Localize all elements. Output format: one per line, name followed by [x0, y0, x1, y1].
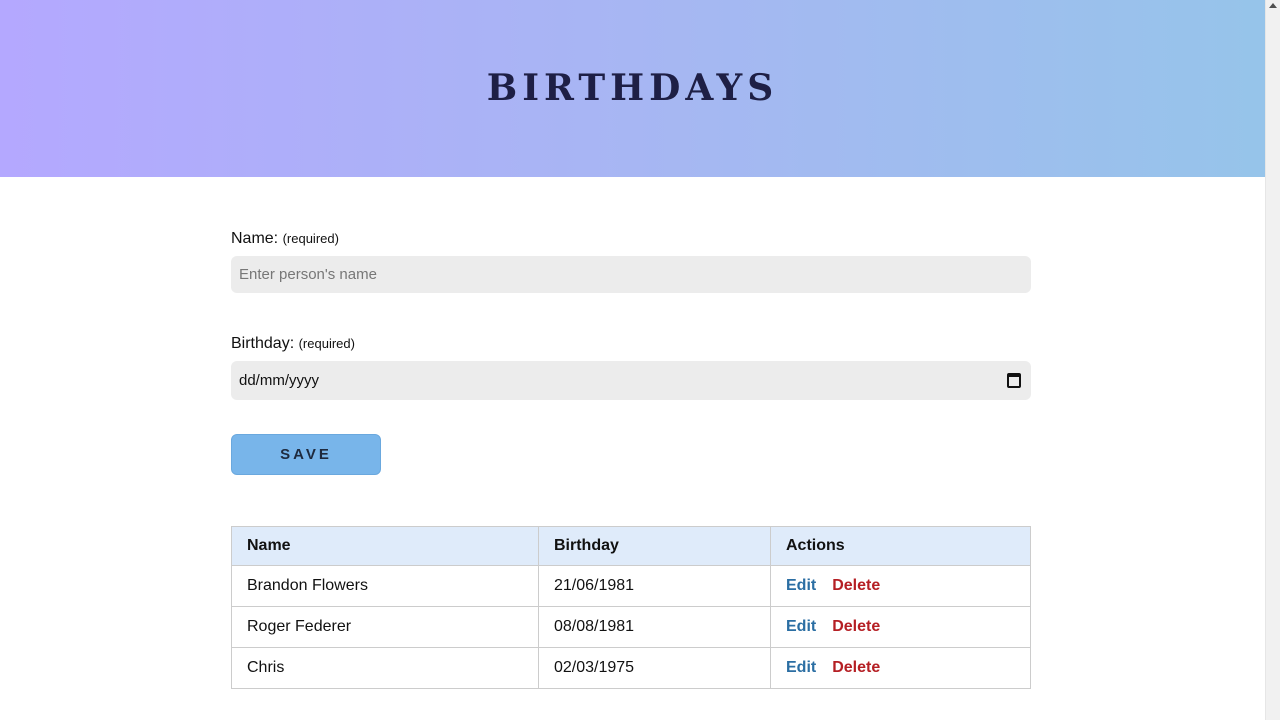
row-birthday: 21/06/1981: [538, 565, 771, 607]
birthday-placeholder: dd/mm/yyyy: [239, 372, 320, 389]
page-title: BIRTHDAYS: [486, 66, 779, 109]
birthday-date-input[interactable]: dd/mm/yyyy: [231, 361, 1031, 400]
save-button[interactable]: SAVE: [231, 434, 381, 475]
header-banner: BIRTHDAYS: [0, 0, 1265, 177]
row-actions: Edit Delete: [770, 606, 1031, 648]
row-birthday: 08/08/1981: [538, 606, 771, 648]
edit-link[interactable]: Edit: [786, 577, 816, 594]
row-name: Roger Federer: [231, 606, 539, 648]
birthday-label-text: Birthday:: [231, 335, 295, 352]
birthdays-table: Name Birthday Actions Brandon Flowers 21…: [231, 526, 1031, 689]
column-header-name: Name: [231, 526, 539, 566]
row-actions: Edit Delete: [770, 647, 1031, 689]
name-label: Name: (required): [231, 228, 1031, 250]
row-name: Brandon Flowers: [231, 565, 539, 607]
edit-link[interactable]: Edit: [786, 659, 816, 676]
column-header-birthday: Birthday: [538, 526, 771, 566]
edit-link[interactable]: Edit: [786, 618, 816, 635]
birthday-form: Name: (required) Birthday: (required) dd…: [231, 228, 1031, 475]
page: BIRTHDAYS Name: (required) Birthday: (re…: [0, 0, 1265, 720]
delete-link[interactable]: Delete: [832, 618, 880, 635]
column-header-actions: Actions: [770, 526, 1031, 566]
birthday-required-hint: (required): [298, 336, 355, 351]
delete-link[interactable]: Delete: [832, 659, 880, 676]
chevron-up-icon[interactable]: [1269, 3, 1277, 8]
row-name: Chris: [231, 647, 539, 689]
name-required-hint: (required): [282, 231, 339, 246]
table-header-row: Name Birthday Actions: [231, 526, 1031, 566]
name-input[interactable]: [231, 256, 1031, 293]
calendar-icon[interactable]: [1007, 373, 1021, 388]
vertical-scrollbar[interactable]: [1265, 0, 1280, 720]
delete-link[interactable]: Delete: [832, 577, 880, 594]
row-actions: Edit Delete: [770, 565, 1031, 607]
table-row: Roger Federer 08/08/1981 Edit Delete: [231, 606, 1031, 648]
table-row: Chris 02/03/1975 Edit Delete: [231, 647, 1031, 689]
birthday-label: Birthday: (required): [231, 333, 1031, 355]
name-label-text: Name:: [231, 230, 279, 247]
row-birthday: 02/03/1975: [538, 647, 771, 689]
table-row: Brandon Flowers 21/06/1981 Edit Delete: [231, 565, 1031, 607]
